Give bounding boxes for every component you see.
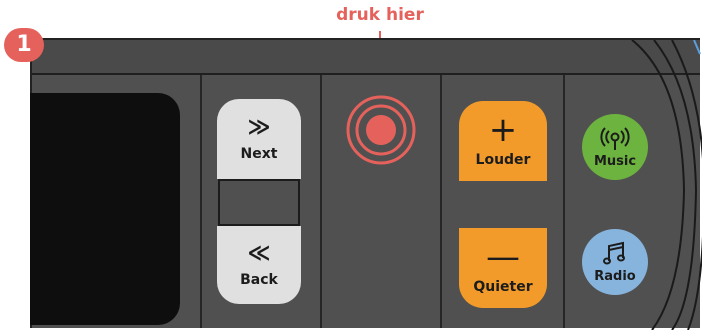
step-number-badge: 1 — [4, 28, 44, 62]
callout: druk hier — [0, 0, 707, 129]
callout-label: druk hier — [336, 5, 424, 25]
device-edge-curves — [631, 40, 702, 330]
device-panel: ≫ Next ≪ Back + Louder — Quieter Music R… — [30, 38, 702, 330]
